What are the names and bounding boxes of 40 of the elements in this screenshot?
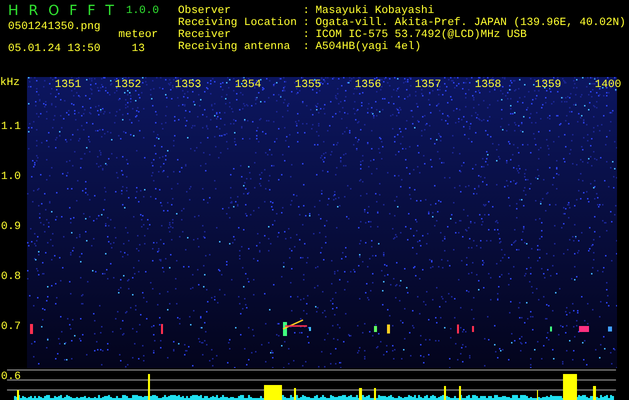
filename-label: 0501241350.png bbox=[8, 21, 100, 33]
axis-unit-label: kHz bbox=[0, 77, 20, 89]
info-separator: : bbox=[302, 17, 310, 29]
app-title-letter: T bbox=[105, 3, 114, 19]
time-tick-label: 1355 bbox=[294, 79, 322, 91]
time-tick-label: 1400 bbox=[594, 79, 622, 91]
axis-tick-label: 1.1 bbox=[1, 121, 21, 133]
info-label: Receiving Location bbox=[178, 17, 297, 29]
meteor-label: meteor bbox=[118, 29, 158, 41]
time-tick-label: 1351 bbox=[54, 79, 82, 91]
app-title-letter: R bbox=[28, 3, 38, 19]
info-value: Ogata-vill. Akita-Pref. JAPAN (139.96E, 40.02N) bbox=[315, 17, 626, 29]
time-tick-label: 1354 bbox=[234, 79, 262, 91]
app-title-letter: F bbox=[69, 3, 78, 19]
axis-tick-label: 1.0 bbox=[1, 171, 21, 183]
axis-tick-label: 0.6 bbox=[1, 371, 21, 383]
info-label: Receiver bbox=[178, 29, 232, 41]
info-value: A504HB(yagi 4el) bbox=[315, 41, 422, 53]
time-tick-label: 1357 bbox=[414, 79, 442, 91]
time-tick-label: 1352 bbox=[114, 79, 142, 91]
info-separator: : bbox=[302, 29, 310, 41]
time-tick-label: 1358 bbox=[474, 79, 502, 91]
version-label: 1.0.0 bbox=[126, 5, 159, 17]
info-value: ICOM IC-575 53.7492(@LCD)MHz USB bbox=[315, 29, 528, 41]
app-title-letter: F bbox=[87, 3, 96, 19]
axis-tick-label: 0.9 bbox=[1, 221, 21, 233]
axis-tick-label: 0.7 bbox=[1, 321, 21, 333]
info-label: Observer bbox=[178, 5, 232, 17]
meteor-count: 13 bbox=[132, 43, 145, 55]
info-separator: : bbox=[302, 41, 310, 53]
axis-tick-label: 0.8 bbox=[1, 271, 21, 283]
info-label: Receiving antenna bbox=[178, 41, 292, 53]
info-value: Masayuki Kobayashi bbox=[315, 5, 436, 17]
time-tick-label: 1356 bbox=[354, 79, 382, 91]
app-title-letter: H bbox=[8, 3, 19, 19]
datetime-label: 05.01.24 13:50 bbox=[8, 43, 100, 55]
time-tick-label: 1353 bbox=[174, 79, 202, 91]
time-tick-label: 1359 bbox=[534, 79, 562, 91]
app-title-letter: O bbox=[48, 3, 60, 19]
info-separator: : bbox=[302, 5, 310, 17]
